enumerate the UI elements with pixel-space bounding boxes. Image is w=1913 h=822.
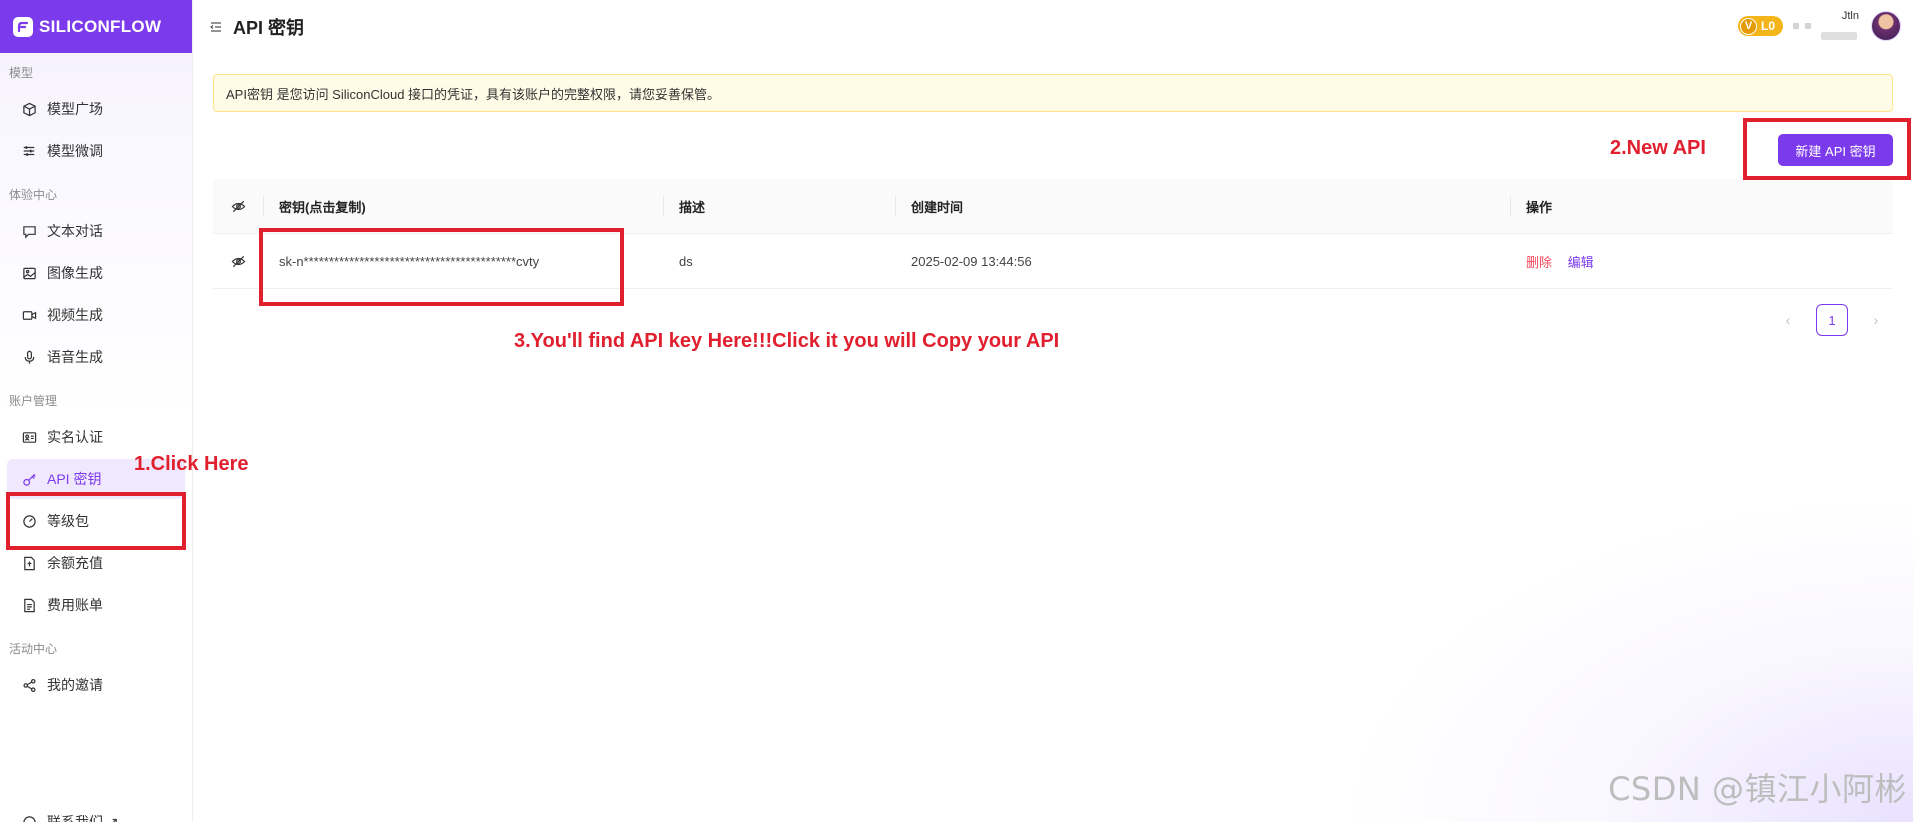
sidebar-item-label: 文本对话: [47, 223, 103, 239]
sidebar-item-label: API 密钥: [47, 471, 102, 487]
brand-name: SILICONFLOW: [39, 16, 162, 36]
sidebar-item-model-finetune[interactable]: 模型微调: [7, 131, 185, 171]
sidebar-item-label: 模型广场: [47, 101, 103, 117]
header-user-area: V L0 Jtln: [1737, 10, 1901, 42]
sidebar-item-real-name[interactable]: 实名认证: [7, 417, 185, 457]
nav-group-title-activity: 活动中心: [9, 642, 58, 656]
page-title: API 密钥: [233, 17, 305, 38]
image-icon: [21, 265, 37, 281]
column-header-created: 创建时间: [895, 196, 1510, 216]
sidebar-item-label: 模型微调: [47, 143, 103, 159]
vip-v-icon: V: [1739, 17, 1757, 35]
notice-text: API密钥 是您访问 SiliconCloud 接口的凭证，具有该账户的完整权限…: [226, 86, 721, 102]
sidebar-item-voice-gen[interactable]: 语音生成: [7, 337, 185, 377]
sidebar-item-label: 实名认证: [47, 429, 103, 445]
sidebar-item-label: 联系我们 ↗: [47, 814, 119, 822]
annotation-step1: 1.Click Here: [134, 453, 249, 475]
prev-page-icon[interactable]: ‹: [1780, 312, 1796, 328]
video-icon: [21, 307, 37, 323]
annotation-box-sidebar-api: [6, 492, 186, 550]
sidebar-item-invitations[interactable]: 我的邀请: [7, 665, 185, 705]
sidebar-item-label: 余额充值: [47, 555, 103, 571]
nav-group-title-models: 模型: [9, 66, 34, 80]
level-text: L0: [1760, 19, 1775, 33]
page-1-button[interactable]: 1: [1816, 304, 1848, 336]
sidebar-item-text-chat[interactable]: 文本对话: [7, 211, 185, 251]
actions-cell: 删除 编辑: [1510, 252, 1893, 271]
annotation-box-api-key: [259, 228, 624, 306]
sidebar-item-label: 我的邀请: [47, 677, 103, 693]
chat-icon: [21, 223, 37, 239]
sidebar-item-label: 图像生成: [47, 265, 103, 281]
delete-key-link[interactable]: 删除: [1526, 255, 1552, 270]
level-badge[interactable]: V L0: [1737, 16, 1783, 36]
edit-key-link[interactable]: 编辑: [1568, 255, 1594, 270]
collapse-sidebar-icon[interactable]: [209, 20, 223, 34]
blurred-account: [1821, 32, 1857, 40]
nav-group-title-account: 账户管理: [9, 394, 58, 408]
annotation-step3: 3.You'll find API key Here!!!Click it yo…: [514, 330, 1060, 352]
username: Jtln: [1841, 10, 1859, 22]
wallet-icon: [21, 555, 37, 571]
sidebar-item-video-gen[interactable]: 视频生成: [7, 295, 185, 335]
sidebar-item-bills[interactable]: 费用账单: [7, 585, 185, 625]
user-name-box[interactable]: Jtln: [1821, 10, 1861, 42]
api-key-notice: API密钥 是您访问 SiliconCloud 接口的凭证，具有该账户的完整权限…: [213, 74, 1893, 112]
help-icon: [21, 814, 37, 822]
sidebar-item-contact-us[interactable]: 联系我们 ↗: [7, 802, 187, 822]
sidebar-item-label: 费用账单: [47, 597, 103, 613]
annotation-box-new-key: [1743, 118, 1911, 180]
id-card-icon: [21, 429, 37, 445]
avatar[interactable]: [1871, 11, 1901, 41]
logo-bar[interactable]: SILICONFLOW: [0, 0, 192, 53]
nav-group-title-experience: 体验中心: [9, 188, 58, 202]
column-header-actions: 操作: [1510, 196, 1893, 216]
toggle-visibility-icon[interactable]: [213, 254, 263, 269]
csdn-watermark: CSDN @镇江小阿彬: [1608, 770, 1907, 808]
column-header-description: 描述: [663, 196, 895, 216]
sidebar-item-image-gen[interactable]: 图像生成: [7, 253, 185, 293]
sidebar-item-label: 视频生成: [47, 307, 103, 323]
next-page-icon[interactable]: ›: [1868, 312, 1884, 328]
sidebar: SILICONFLOW 模型 模型广场 模型微调 体验中心 文本对话 图像生成 …: [0, 0, 193, 822]
column-header-key: 密钥(点击复制): [263, 196, 663, 216]
table-header-row: 密钥(点击复制) 描述 创建时间 操作: [213, 179, 1893, 234]
description-cell: ds: [679, 253, 693, 269]
key-icon: [21, 471, 37, 487]
toggle-visibility-all-icon[interactable]: [213, 199, 263, 214]
sidebar-item-model-square[interactable]: 模型广场: [7, 89, 185, 129]
siliconflow-logo-icon: [13, 16, 33, 37]
bill-icon: [21, 597, 37, 613]
cube-icon: [21, 101, 37, 117]
sliders-icon: [21, 143, 37, 159]
pagination: ‹ 1 ›: [1780, 304, 1884, 336]
annotation-step2: 2.New API: [1610, 137, 1706, 159]
microphone-icon: [21, 349, 37, 365]
created-time-cell: 2025-02-09 13:44:56: [911, 253, 1032, 269]
sidebar-item-label: 语音生成: [47, 349, 103, 365]
top-header: API 密钥 V L0 Jtln: [193, 0, 1913, 53]
share-icon: [21, 677, 37, 693]
blurred-info: [1793, 23, 1811, 29]
